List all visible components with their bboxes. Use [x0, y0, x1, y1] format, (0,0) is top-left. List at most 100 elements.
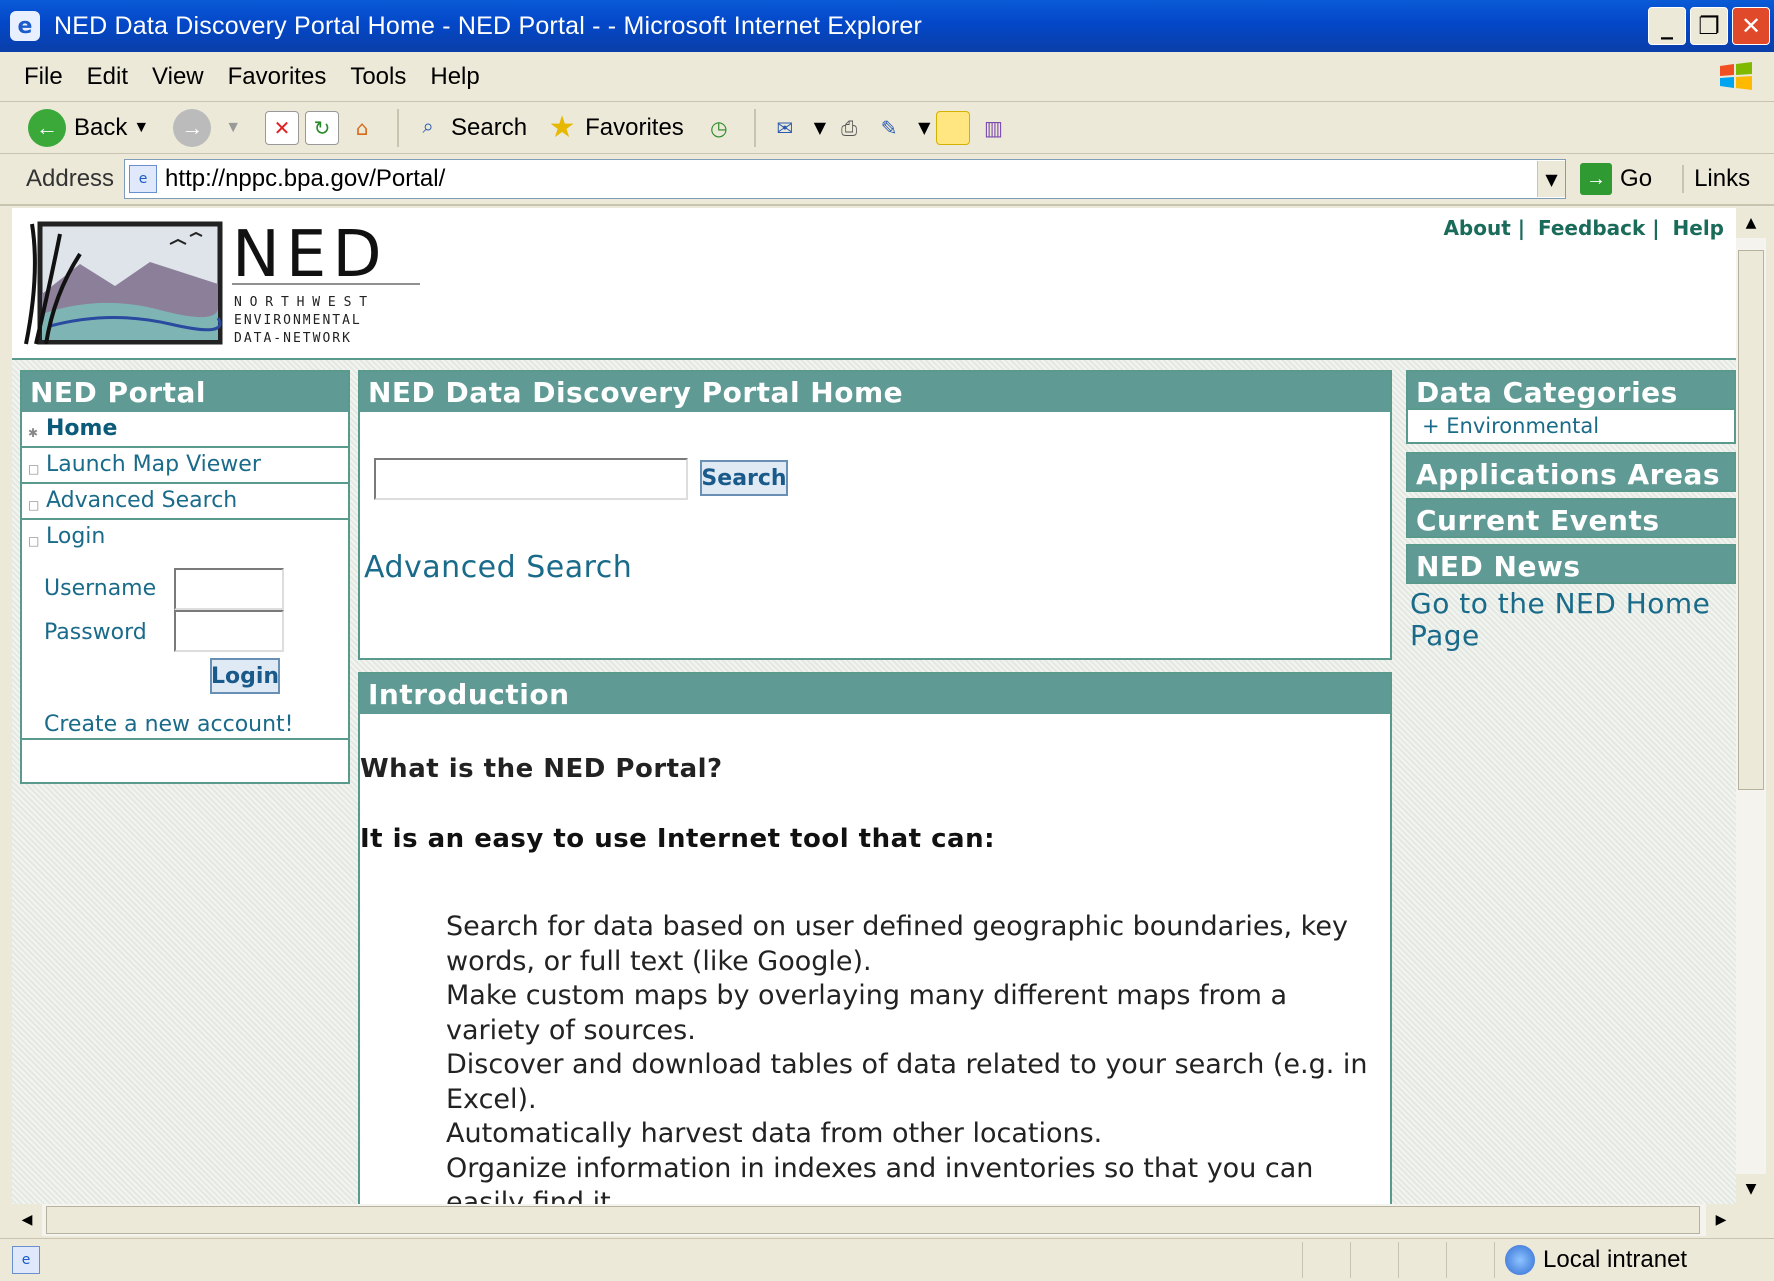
chevron-down-icon[interactable]: ▼ [133, 119, 149, 137]
help-link[interactable]: Help [1673, 216, 1724, 240]
portal-home-panel: NED Data Discovery Portal Home Search Ad… [358, 370, 1392, 660]
password-label: Password [44, 620, 147, 645]
restore-button[interactable]: ❐ [1690, 7, 1728, 45]
list-item: Organize information in indexes and inve… [446, 1152, 1314, 1205]
feature-list: Search for data based on user defined ge… [446, 910, 1376, 1204]
chevron-down-icon[interactable]: ▼ [814, 118, 826, 137]
list-item: Discover and download tables of data rel… [446, 1049, 1368, 1115]
research-icon[interactable]: ▥ [976, 111, 1010, 145]
chevron-down-icon[interactable]: ▼ [918, 118, 930, 137]
scroll-thumb[interactable] [46, 1206, 1700, 1234]
refresh-icon[interactable]: ↻ [305, 110, 340, 145]
applications-heading[interactable]: Applications Areas [1406, 452, 1736, 492]
edit-icon[interactable]: ✎ [872, 111, 906, 145]
favorites-button[interactable]: ★ Favorites [545, 111, 684, 145]
status-panes: Local intranet [1302, 1242, 1774, 1278]
username-input[interactable] [174, 568, 284, 610]
nav-advanced-search[interactable]: □ Advanced Search [22, 484, 348, 520]
horizontal-scrollbar[interactable]: ◀ ▶ [12, 1204, 1736, 1236]
page-background: NED N O R T H W E S T ENVIRONMENTAL DATA… [12, 208, 1736, 1204]
current-events-heading[interactable]: Current Events [1406, 498, 1736, 538]
create-account-link[interactable]: Create a new account! [44, 712, 294, 737]
category-environmental[interactable]: + Environmental [1406, 410, 1736, 444]
login-button[interactable]: Login [210, 658, 280, 694]
logo-line-3: DATA-NETWORK [234, 331, 352, 346]
advanced-search-link[interactable]: Advanced Search [364, 550, 632, 585]
go-button[interactable]: → Go [1580, 163, 1652, 195]
scroll-thumb[interactable] [1738, 250, 1764, 790]
title-bar: e NED Data Discovery Portal Home - NED P… [0, 0, 1774, 52]
chevron-down-icon[interactable]: ▼ [225, 119, 241, 137]
page-icon: e [129, 165, 158, 193]
ie-window: e NED Data Discovery Portal Home - NED P… [0, 0, 1774, 1281]
bullet-icon: ✱ [28, 426, 39, 440]
intranet-icon [1505, 1245, 1535, 1275]
search-button[interactable]: Search [700, 460, 788, 496]
stop-icon[interactable]: ✕ [265, 110, 300, 145]
history-icon[interactable]: ◷ [702, 111, 736, 145]
status-pane [1446, 1242, 1494, 1278]
menu-favorites[interactable]: Favorites [228, 63, 327, 91]
list-item: Search for data based on user defined ge… [446, 911, 1348, 977]
password-input[interactable] [174, 610, 284, 652]
ned-portal-panel: NED Portal ✱ Home □ Launch Map Viewer □ Adv… [20, 370, 350, 784]
divider [22, 738, 348, 740]
home-icon[interactable]: ⌂ [345, 111, 379, 145]
links-button[interactable]: Links [1682, 165, 1750, 193]
address-bar: Address e http://nppc.bpa.gov/Portal/ ▼ … [0, 154, 1774, 206]
menu-view[interactable]: View [152, 63, 204, 91]
close-button[interactable]: ✕ [1732, 7, 1770, 45]
status-bar: e Local intranet [0, 1238, 1774, 1281]
logo-line-1: N O R T H W E S T [234, 295, 367, 310]
about-link[interactable]: About [1443, 216, 1510, 240]
mail-icon[interactable]: ✉ [768, 111, 802, 145]
menu-help[interactable]: Help [430, 63, 479, 91]
bullet-icon: □ [28, 462, 40, 476]
toolbar-separator [397, 108, 400, 147]
bullet-icon: □ [28, 534, 40, 548]
search-button[interactable]: ⌕ Search [411, 111, 527, 145]
address-url[interactable]: http://nppc.bpa.gov/Portal/ [165, 165, 1537, 193]
nav-home[interactable]: ✱ Home [22, 412, 348, 448]
username-label: Username [44, 576, 157, 601]
list-item: Make custom maps by overlaying many diff… [446, 980, 1287, 1046]
menu-tools[interactable]: Tools [350, 63, 406, 91]
search-input[interactable] [374, 458, 688, 500]
top-links: About | Feedback | Help [1443, 216, 1724, 240]
window-title: NED Data Discovery Portal Home - NED Por… [54, 11, 923, 40]
scroll-left-icon[interactable]: ◀ [12, 1204, 42, 1236]
logo-line-2: ENVIRONMENTAL [234, 313, 362, 328]
ned-news-heading[interactable]: NED News [1406, 544, 1736, 584]
list-item: Automatically harvest data from other lo… [446, 1118, 1103, 1149]
introduction-heading: Introduction [360, 674, 1390, 714]
nav-launch-map-viewer[interactable]: □ Launch Map Viewer [22, 448, 348, 484]
print-icon[interactable]: ⎙ [832, 111, 866, 145]
forward-button[interactable]: → ▼ [173, 108, 247, 147]
security-zone: Local intranet [1494, 1242, 1774, 1278]
go-arrow-icon: → [1580, 163, 1613, 195]
data-categories-heading[interactable]: Data Categories [1406, 370, 1736, 410]
menu-bar: File Edit View Favorites Tools Help [0, 52, 1774, 102]
menu-file[interactable]: File [24, 63, 63, 91]
right-sidebar: Data Categories + Environmental Applicat… [1406, 370, 1736, 652]
forward-arrow-icon: → [173, 108, 212, 147]
minimize-button[interactable]: _ [1648, 7, 1686, 45]
chevron-down-icon[interactable]: ▼ [1537, 161, 1566, 197]
introduction-panel: Introduction What is the NED Portal? It … [358, 672, 1392, 1204]
star-icon: ★ [548, 111, 576, 144]
scroll-up-icon[interactable]: ▲ [1736, 208, 1766, 238]
address-label: Address [26, 165, 115, 192]
ned-home-link[interactable]: Go to the NED Home Page [1406, 584, 1736, 656]
portal-home-heading: NED Data Discovery Portal Home [360, 372, 1390, 412]
vertical-scrollbar[interactable]: ▲ ▼ [1736, 208, 1766, 1204]
menu-edit[interactable]: Edit [87, 63, 128, 91]
address-input[interactable]: e http://nppc.bpa.gov/Portal/ ▼ [124, 159, 1567, 199]
note-icon[interactable] [936, 110, 971, 145]
nav-login[interactable]: □ Login [22, 520, 348, 556]
standard-toolbar: ← Back ▼ → ▼ ✕ ↻ ⌂ ⌕ Search ★ Favorites ◷ ✉ ▼ … [0, 102, 1774, 154]
search-icon: ⌕ [422, 116, 434, 138]
back-button[interactable]: ← Back ▼ [28, 108, 155, 147]
scroll-down-icon[interactable]: ▼ [1736, 1174, 1766, 1204]
scroll-right-icon[interactable]: ▶ [1706, 1204, 1736, 1236]
feedback-link[interactable]: Feedback [1538, 216, 1645, 240]
